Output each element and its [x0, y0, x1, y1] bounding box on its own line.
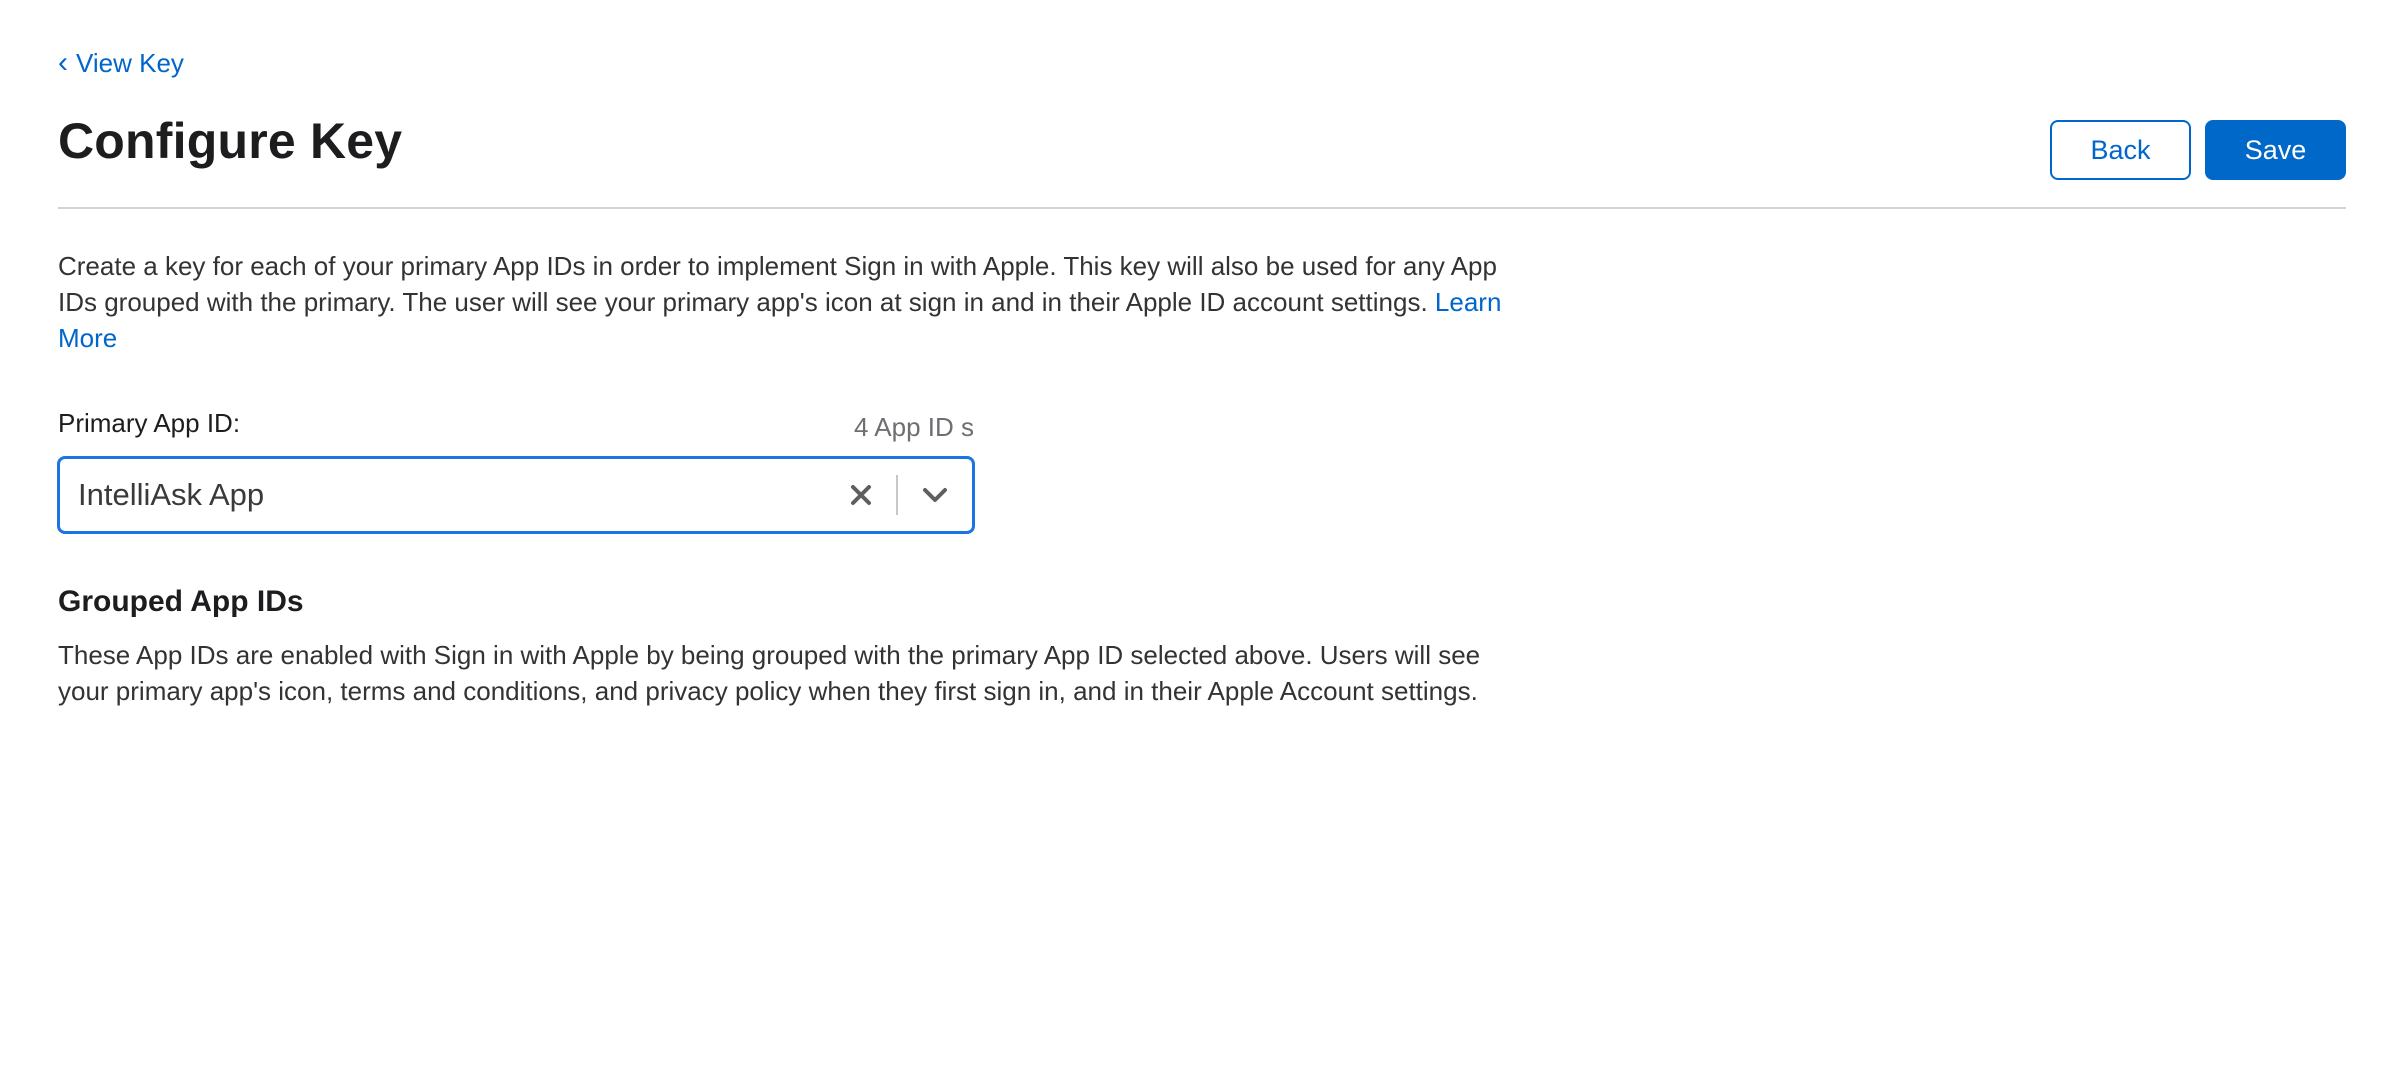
intro-text: Create a key for each of your primary Ap… — [58, 251, 1497, 317]
app-id-count: 4 App ID s — [854, 412, 974, 442]
chevron-left-icon: ‹ — [58, 45, 68, 79]
intro-description: Create a key for each of your primary Ap… — [58, 248, 1518, 356]
close-icon — [851, 485, 871, 505]
header-divider — [58, 207, 2346, 209]
chevron-down-icon — [923, 488, 947, 502]
back-button[interactable]: Back — [2050, 120, 2191, 180]
primary-app-id-label: Primary App ID: — [58, 408, 241, 438]
clear-selection-button[interactable] — [826, 459, 896, 531]
page-title: Configure Key — [58, 113, 403, 169]
save-button[interactable]: Save — [2205, 120, 2346, 180]
breadcrumb-label: View Key — [76, 48, 184, 78]
breadcrumb-view-key[interactable]: ‹ View Key — [58, 45, 184, 79]
header-actions: Back Save — [2050, 120, 2346, 180]
primary-app-id-value: IntelliAsk App — [78, 477, 265, 512]
primary-app-id-select[interactable]: IntelliAsk App — [57, 456, 975, 534]
grouped-app-ids-description: These App IDs are enabled with Sign in w… — [58, 640, 1481, 706]
grouped-app-ids-title: Grouped App IDs — [58, 585, 304, 618]
dropdown-toggle-button[interactable] — [898, 459, 972, 531]
configure-key-page: ‹ View Key Configure Key Back Save Creat… — [0, 0, 2408, 1066]
